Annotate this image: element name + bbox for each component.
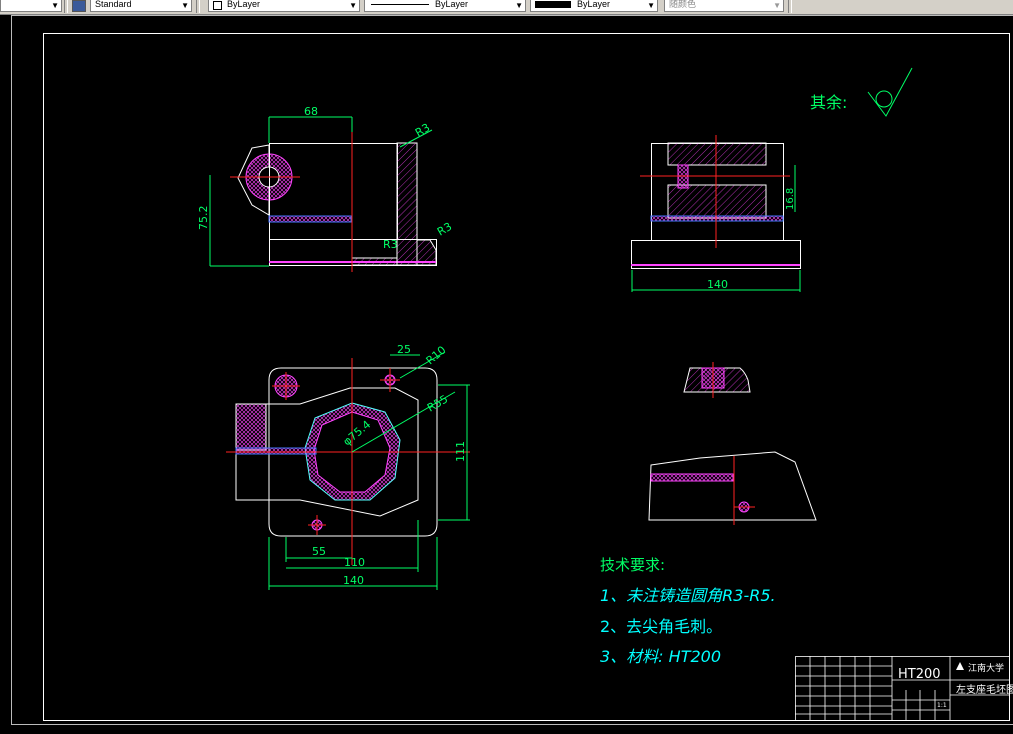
text-style-value: Standard — [95, 0, 132, 9]
dim-r3-right: R3 — [435, 220, 454, 239]
dim-140-side: 140 — [707, 278, 728, 291]
toolbar-separator — [64, 0, 68, 13]
dim-25: 25 — [397, 343, 411, 356]
linetype-value: ByLayer — [435, 0, 469, 9]
chevron-down-icon: ▼ — [51, 1, 59, 10]
technical-requirements: 技术要求: 1、未注铸造圆角R3-R5. 2、去尖角毛刺。 3、材料: HT20… — [600, 556, 776, 666]
roughness-symbol-icon — [867, 67, 913, 117]
requirement-1: 1、未注铸造圆角R3-R5. — [600, 586, 776, 605]
toolbar-separator — [788, 0, 792, 13]
side-view: 140 16.8 — [631, 135, 801, 292]
requirement-3: 3、材料: HT200 — [600, 647, 721, 666]
dim-r10: R10 — [424, 343, 449, 367]
dim-r3-top: R3 — [413, 121, 432, 140]
lineweight-value: ByLayer — [577, 0, 611, 9]
dim-110: 110 — [344, 556, 365, 569]
dim-111: 111 — [454, 441, 467, 462]
school-logo-icon — [956, 662, 964, 670]
dim-75-2: 75.2 — [197, 206, 210, 231]
dim-55: 55 — [312, 545, 326, 558]
requirement-2: 2、去尖角毛刺。 — [600, 617, 722, 636]
requirements-title: 技术要求: — [600, 556, 665, 574]
dim-r3-mid: R3 — [383, 238, 398, 251]
title-scale: 1:1 — [937, 702, 947, 709]
drawing-frame — [43, 33, 1010, 721]
text-style-icon[interactable] — [72, 0, 86, 12]
chevron-down-icon: ▼ — [773, 1, 781, 10]
toolbar-separator — [196, 0, 200, 13]
title-drawing-name: 左支座毛坯图 — [956, 683, 1013, 696]
roughness-label: 其余: — [810, 93, 847, 112]
chevron-down-icon: ▼ — [181, 1, 189, 10]
chevron-down-icon: ▼ — [515, 1, 523, 10]
auxiliary-view — [648, 451, 817, 525]
dim-68: 68 — [304, 105, 318, 118]
layer-color-dropdown[interactable]: ByLayer ▼ — [208, 0, 360, 12]
properties-toolbar: ▼ Standard ▼ ByLayer ▼ ByLayer ▼ ByLayer… — [0, 0, 1013, 15]
linetype-dropdown[interactable]: ByLayer ▼ — [364, 0, 526, 12]
dim-16-8: 16.8 — [785, 188, 796, 210]
front-view: 68 75.2 R3 R3 R3 — [197, 105, 454, 272]
plotstyle-dropdown[interactable]: 随颜色 ▼ — [664, 0, 784, 12]
chevron-down-icon: ▼ — [349, 1, 357, 10]
chevron-down-icon: ▼ — [647, 1, 655, 10]
linetype-preview — [371, 4, 429, 5]
lineweight-preview — [535, 1, 571, 8]
title-school: 江南大学 — [968, 662, 1004, 674]
cad-drawing: 其余: 68 75.2 R3 R3 R3 140 16.8 25 R10 R55… — [11, 15, 1013, 725]
title-material: HT200 — [898, 667, 941, 682]
lineweight-dropdown[interactable]: ByLayer ▼ — [530, 0, 658, 12]
prev-dropdown[interactable]: ▼ — [0, 0, 62, 12]
drawing-canvas[interactable]: 其余: 68 75.2 R3 R3 R3 140 16.8 25 R10 R55… — [0, 15, 1013, 734]
top-view: 25 R10 R55 φ75.4 111 55 110 140 — [226, 343, 470, 590]
dim-140-top: 140 — [343, 574, 364, 587]
text-style-dropdown[interactable]: Standard ▼ — [90, 0, 192, 12]
section-detail — [683, 362, 751, 398]
layer-color-value: ByLayer — [227, 0, 261, 9]
paper-border — [11, 15, 1013, 725]
dim-r55: R55 — [425, 393, 450, 415]
plotstyle-value: 随颜色 — [669, 0, 697, 9]
color-swatch-icon — [213, 1, 222, 10]
